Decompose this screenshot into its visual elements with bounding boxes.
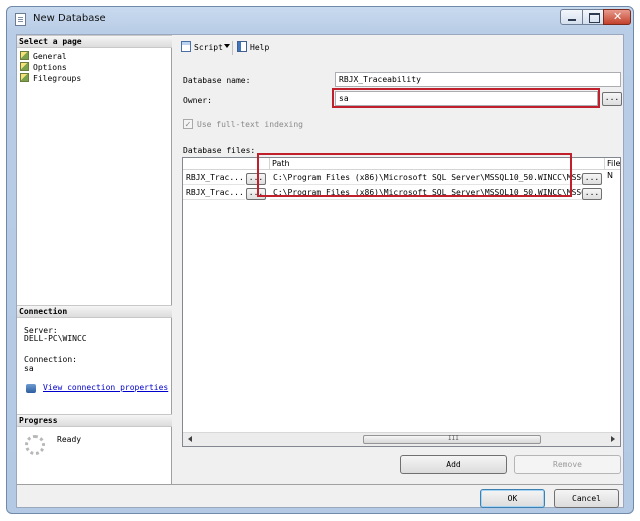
server-value: DELL-PC\WINCC bbox=[24, 334, 87, 343]
page-item-options[interactable]: Options bbox=[20, 62, 67, 73]
window-title: New Database bbox=[33, 13, 106, 24]
grid-column-header-file-name[interactable]: File N bbox=[605, 158, 620, 180]
minimize-button[interactable] bbox=[560, 9, 583, 25]
connection-header: Connection bbox=[17, 305, 172, 318]
progress-header: Progress bbox=[17, 414, 172, 427]
add-button[interactable]: Add bbox=[400, 455, 507, 474]
page-item-filegroups[interactable]: Filegroups bbox=[20, 73, 81, 84]
fulltext-checkbox[interactable]: ✓ bbox=[183, 119, 193, 129]
connection-properties-icon bbox=[26, 384, 36, 393]
page-item-general[interactable]: General bbox=[20, 51, 67, 62]
progress-spinner-icon bbox=[25, 435, 45, 455]
help-label: Help bbox=[250, 43, 270, 52]
owner-browse-button[interactable]: ... bbox=[602, 92, 622, 106]
script-button[interactable]: Script bbox=[181, 41, 223, 55]
script-icon bbox=[181, 41, 191, 52]
view-connection-properties-link[interactable]: View connection properties bbox=[43, 383, 168, 393]
general-page: Script Help Database name: RBJX_Traceabi… bbox=[173, 35, 624, 484]
path-highlight-box bbox=[257, 153, 572, 197]
owner-label: Owner: bbox=[183, 96, 212, 105]
cancel-button[interactable]: Cancel bbox=[554, 489, 619, 508]
page-icon bbox=[20, 73, 29, 82]
page-item-label: Filegroups bbox=[33, 74, 82, 83]
grid-horizontal-scrollbar[interactable] bbox=[183, 432, 620, 446]
scroll-right-arrow-icon[interactable] bbox=[611, 436, 615, 442]
owner-highlight-box bbox=[332, 88, 600, 108]
database-files-grid[interactable]: Path File N RBJX_Trac... ... C:\Program … bbox=[182, 157, 621, 447]
database-name-input[interactable]: RBJX_Traceability bbox=[335, 72, 621, 87]
maximize-button[interactable] bbox=[582, 9, 604, 25]
script-label: Script bbox=[194, 43, 223, 52]
ok-button[interactable]: OK bbox=[480, 489, 545, 508]
title-bar[interactable]: New Database bbox=[7, 7, 633, 33]
file-logical-name-cell[interactable]: RBJX_Trac... bbox=[183, 186, 245, 200]
help-book-icon bbox=[237, 41, 247, 52]
database-document-icon bbox=[15, 13, 26, 26]
scrollbar-thumb[interactable] bbox=[363, 435, 541, 444]
dialog-client-area: Select a page General Options Filegroups… bbox=[16, 34, 624, 508]
page-item-label: General bbox=[33, 52, 67, 61]
page-icon bbox=[20, 51, 29, 60]
scroll-left-arrow-icon[interactable] bbox=[188, 436, 192, 442]
file-path-browse-button[interactable]: ... bbox=[582, 188, 602, 200]
close-button[interactable] bbox=[603, 9, 631, 25]
connection-value: sa bbox=[24, 364, 34, 373]
page-item-label: Options bbox=[33, 63, 67, 72]
remove-button[interactable]: Remove bbox=[514, 455, 621, 474]
chevron-down-icon[interactable] bbox=[224, 44, 230, 48]
file-logical-name-cell[interactable]: RBJX_Trac... bbox=[183, 171, 245, 185]
new-database-window: New Database Select a page General Optio… bbox=[6, 6, 634, 514]
select-page-header: Select a page bbox=[17, 35, 172, 48]
database-name-label: Database name: bbox=[183, 76, 251, 85]
database-files-label: Database files: bbox=[183, 146, 256, 155]
fulltext-label: Use full-text indexing bbox=[197, 120, 303, 129]
progress-status: Ready bbox=[57, 435, 82, 444]
help-button[interactable]: Help bbox=[237, 41, 269, 55]
toolbar: Script Help bbox=[173, 35, 624, 61]
file-path-browse-button[interactable]: ... bbox=[582, 173, 602, 185]
dialog-button-bar: OK Cancel bbox=[17, 484, 623, 508]
page-icon bbox=[20, 62, 29, 71]
left-pane: Select a page General Options Filegroups… bbox=[17, 35, 172, 484]
toolbar-separator bbox=[232, 41, 233, 55]
